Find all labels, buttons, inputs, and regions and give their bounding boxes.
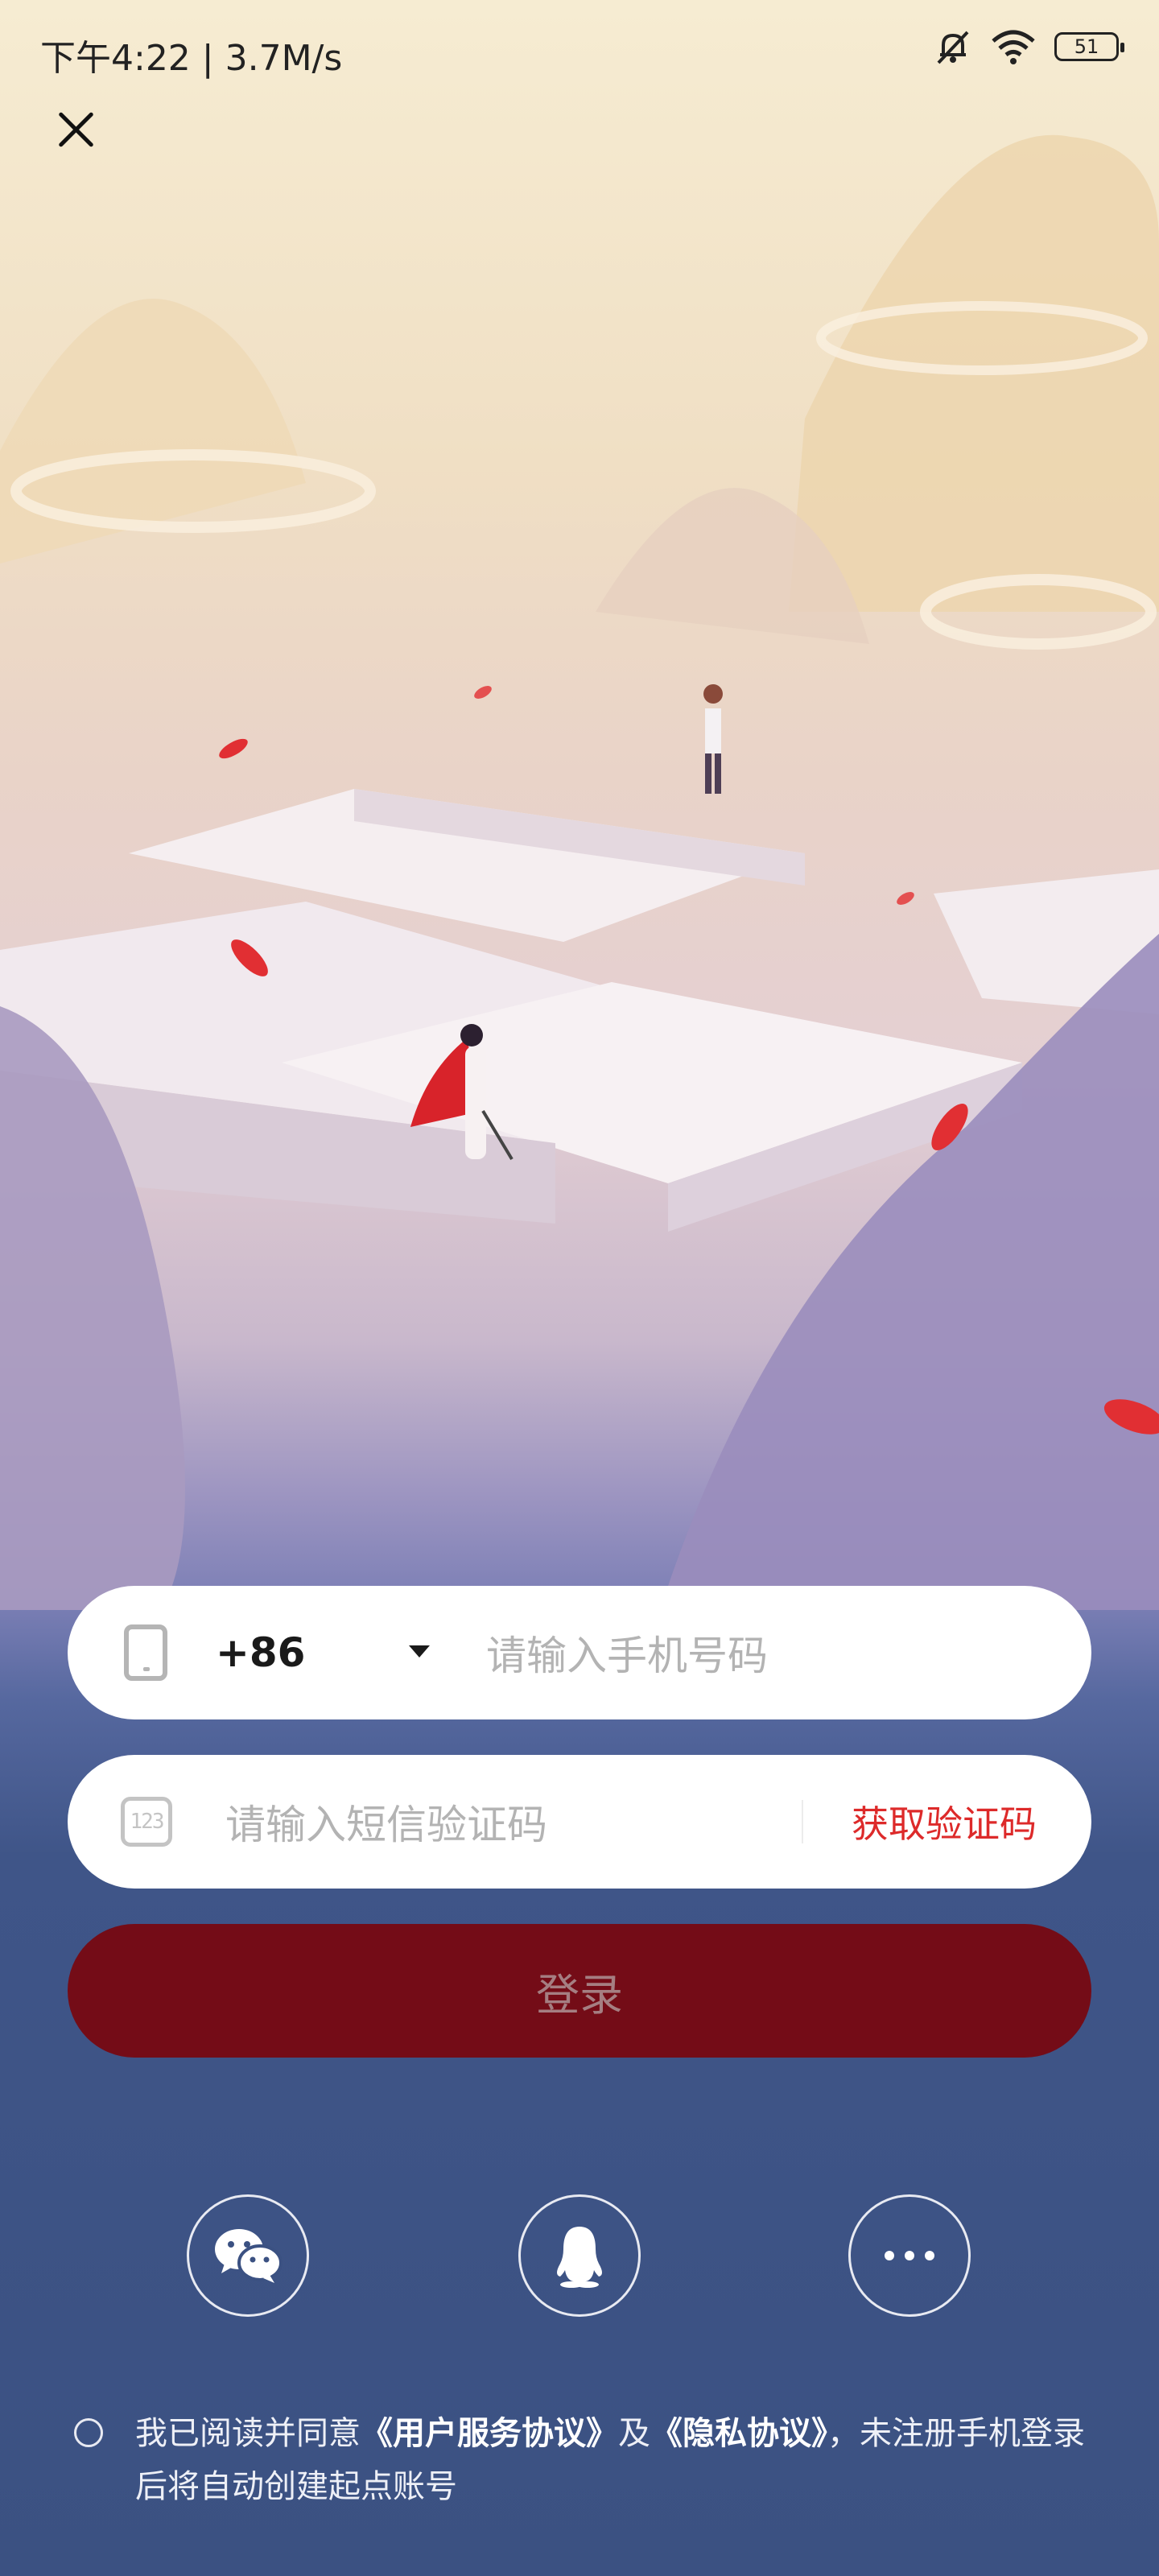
sms-code-field[interactable]: 123 请输入短信验证码 获取验证码	[68, 1755, 1091, 1889]
privacy-agreement-link[interactable]: 《隐私协议》	[650, 2415, 827, 2452]
wifi-icon	[992, 30, 1035, 64]
petal	[897, 892, 914, 905]
agree-checkbox[interactable]	[74, 2418, 103, 2447]
bell-off-icon	[937, 31, 969, 64]
login-screen: 下午4:22 | 3.7M/s 51 +86 请输入手机号码 123 请输入短信…	[0, 0, 1159, 2576]
status-time: 下午4:22 | 3.7M/s	[40, 38, 343, 79]
agreement-and: 及	[618, 2415, 650, 2452]
qq-icon	[557, 2227, 602, 2288]
maze-illustration	[0, 134, 1159, 1610]
phone-input[interactable]: 请输入手机号码	[486, 1624, 768, 1682]
more-icon	[885, 2251, 934, 2260]
sms-code-input[interactable]: 请输入短信验证码	[225, 1793, 547, 1851]
battery-level: 51	[1074, 35, 1099, 58]
status-icons: 51	[934, 27, 1124, 66]
battery-icon: 51	[1054, 32, 1124, 61]
standing-figure	[703, 684, 723, 794]
phone-icon	[124, 1624, 167, 1681]
country-code[interactable]: +86	[216, 1629, 305, 1676]
qq-login-button[interactable]	[518, 2194, 641, 2317]
more-login-button[interactable]	[848, 2194, 971, 2317]
chevron-down-icon[interactable]	[409, 1645, 430, 1657]
wechat-login-button[interactable]	[187, 2194, 309, 2317]
divider	[802, 1800, 803, 1843]
agreement-prefix: 我已阅读并同意	[135, 2415, 361, 2452]
get-code-button[interactable]: 获取验证码	[852, 1795, 1037, 1848]
close-icon[interactable]	[52, 105, 100, 153]
user-agreement-link[interactable]: 《用户服务协议》	[361, 2415, 618, 2452]
petal	[219, 738, 248, 759]
wechat-icon	[215, 2229, 283, 2283]
agreement-text: 我已阅读并同意《用户服务协议》及《隐私协议》，未注册手机登录后将自动创建起点账号	[135, 2407, 1101, 2513]
petal	[474, 686, 492, 699]
number-123-icon: 123	[121, 1797, 172, 1847]
phone-field[interactable]: +86 请输入手机号码	[68, 1586, 1091, 1719]
login-button-label: 登录	[536, 1969, 623, 2021]
login-button[interactable]: 登录	[68, 1924, 1091, 2058]
